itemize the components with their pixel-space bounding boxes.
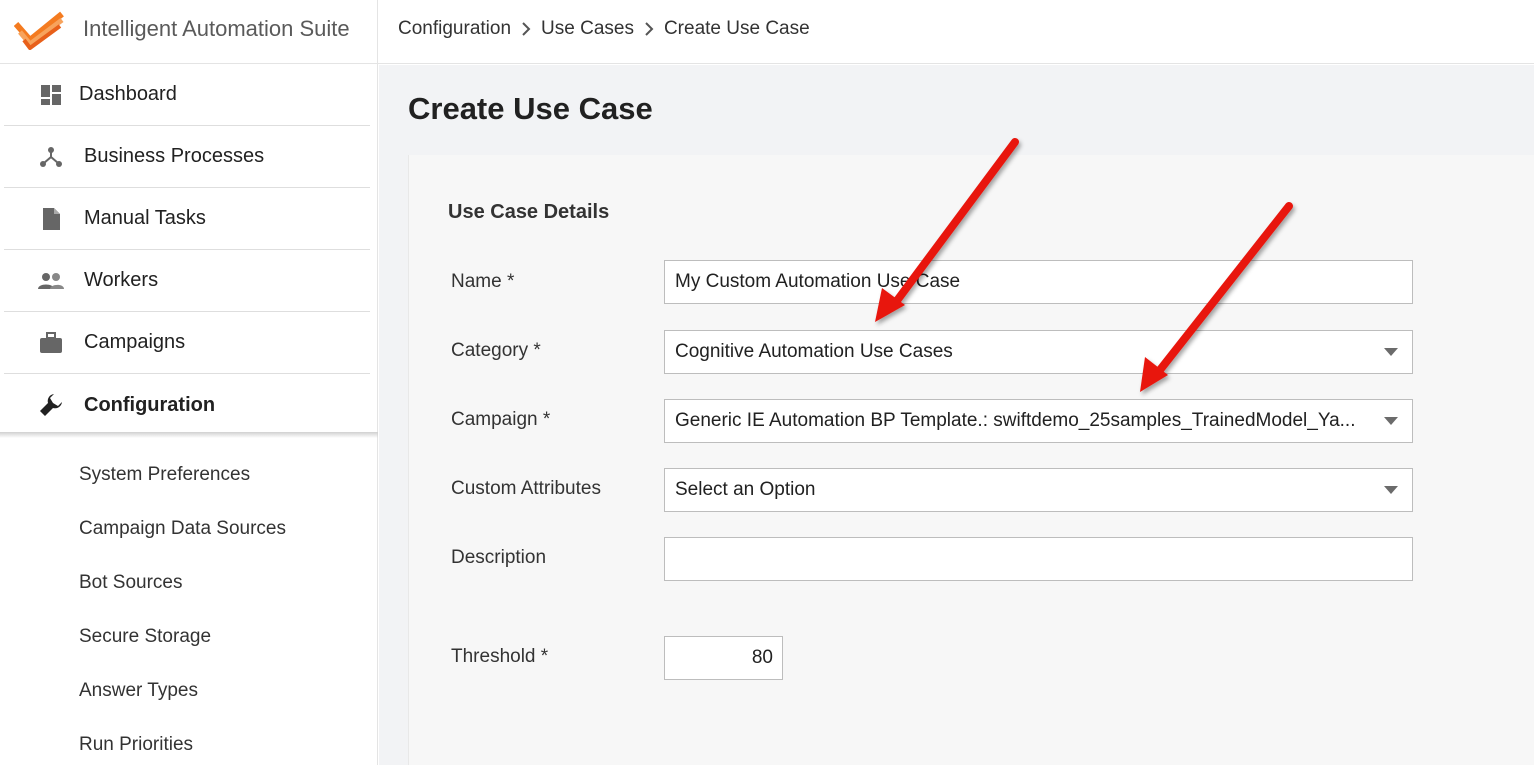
- breadcrumb-use-cases[interactable]: Use Cases: [541, 18, 634, 40]
- category-label: Category *: [451, 340, 541, 361]
- section-title: Use Case Details: [448, 201, 610, 223]
- campaign-label: Campaign *: [451, 409, 551, 430]
- page-title: Create Use Case: [408, 91, 653, 126]
- app-title: Intelligent Automation Suite: [83, 16, 350, 41]
- sub-item-answer-types[interactable]: Answer Types: [79, 680, 198, 702]
- sidebar-item-dashboard[interactable]: Dashboard: [4, 64, 370, 126]
- custom-attributes-value: Select an Option: [675, 479, 816, 500]
- breadcrumb-configuration[interactable]: Configuration: [398, 18, 511, 40]
- chevron-right-icon: [511, 19, 541, 39]
- sidebar-item-label: Manual Tasks: [84, 207, 206, 229]
- description-label: Description: [451, 547, 547, 568]
- briefcase-icon: [38, 330, 64, 356]
- name-label: Name *: [451, 271, 515, 292]
- sidebar-item-business-processes[interactable]: Business Processes: [4, 126, 370, 188]
- sidebar-item-manual-tasks[interactable]: Manual Tasks: [4, 188, 370, 250]
- description-input[interactable]: [664, 537, 1413, 581]
- use-case-form-card: Use Case Details Name * My Custom Automa…: [408, 155, 1534, 765]
- sidebar-item-label: Business Processes: [84, 145, 265, 167]
- process-icon: [38, 144, 64, 170]
- sidebar-item-label: Workers: [84, 269, 159, 291]
- name-input[interactable]: My Custom Automation Use Case: [664, 260, 1413, 304]
- sidebar-item-workers[interactable]: Workers: [4, 250, 370, 312]
- app-logo-icon[interactable]: [14, 10, 66, 50]
- breadcrumb: Configuration Use Cases Create Use Case: [398, 18, 810, 40]
- sidebar-item-label: Dashboard: [79, 83, 177, 105]
- document-icon: [38, 206, 64, 232]
- sidebar: Dashboard Business Processes Manual Task…: [0, 64, 378, 765]
- category-value: Cognitive Automation Use Cases: [675, 341, 953, 362]
- sidebar-item-configuration[interactable]: Configuration: [4, 374, 370, 436]
- top-bar: Intelligent Automation Suite Configurati…: [0, 0, 1534, 64]
- dropdown-arrow-icon: [1384, 486, 1398, 494]
- campaign-value: Generic IE Automation BP Template.: swif…: [675, 410, 1356, 431]
- sidebar-item-campaigns[interactable]: Campaigns: [4, 312, 370, 374]
- sub-item-bot-sources[interactable]: Bot Sources: [79, 572, 183, 594]
- sidebar-item-label: Campaigns: [84, 331, 186, 353]
- main-content: Create Use Case Use Case Details Name * …: [379, 65, 1534, 765]
- threshold-label: Threshold *: [451, 646, 549, 667]
- threshold-input[interactable]: [664, 636, 783, 680]
- dropdown-arrow-icon: [1384, 417, 1398, 425]
- sub-item-campaign-data-sources[interactable]: Campaign Data Sources: [79, 518, 286, 540]
- wrench-icon: [38, 392, 64, 418]
- sub-item-run-priorities[interactable]: Run Priorities: [79, 734, 193, 756]
- dashboard-icon: [38, 82, 64, 108]
- chevron-right-icon: [634, 19, 664, 39]
- custom-attributes-select[interactable]: Select an Option: [664, 468, 1413, 512]
- breadcrumb-create-use-case: Create Use Case: [663, 18, 810, 39]
- custom-attributes-label: Custom Attributes: [451, 478, 601, 499]
- sidebar-item-label: Configuration: [84, 393, 216, 416]
- sub-item-system-preferences[interactable]: System Preferences: [79, 464, 250, 486]
- campaign-select[interactable]: Generic IE Automation BP Template.: swif…: [664, 399, 1413, 443]
- sub-item-secure-storage[interactable]: Secure Storage: [79, 626, 211, 648]
- name-value: My Custom Automation Use Case: [675, 271, 961, 292]
- brand: Intelligent Automation Suite: [0, 0, 378, 64]
- section-divider: [0, 432, 378, 438]
- category-select[interactable]: Cognitive Automation Use Cases: [664, 330, 1413, 374]
- people-icon: [38, 268, 64, 294]
- dropdown-arrow-icon: [1384, 348, 1398, 356]
